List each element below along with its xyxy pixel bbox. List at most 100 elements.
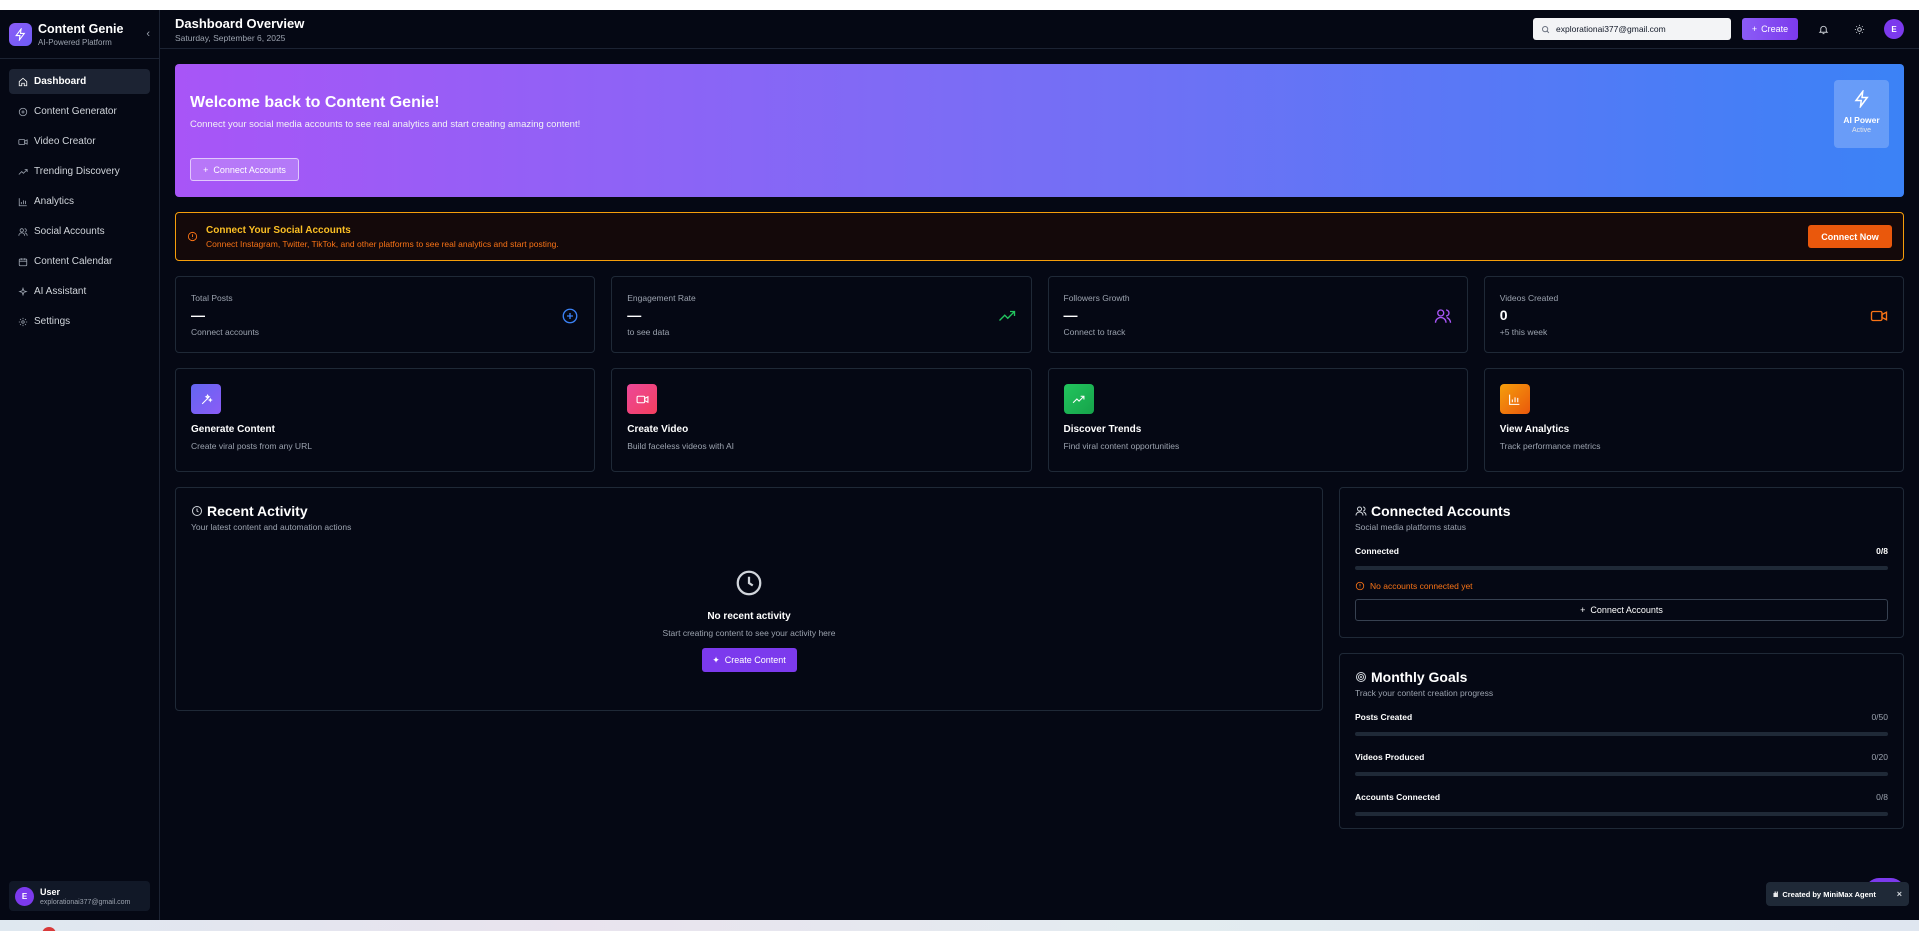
sidebar-item-settings[interactable]: Settings: [9, 309, 150, 334]
monthly-goals-panel: Monthly Goals Track your content creatio…: [1339, 653, 1904, 829]
connect-accounts-button[interactable]: + Connect Accounts: [190, 158, 299, 181]
monthly-goals-title-text: Monthly Goals: [1371, 669, 1468, 685]
sidebar-item-content-calendar[interactable]: Content Calendar: [9, 249, 150, 274]
plus-circle-icon: [18, 107, 28, 116]
close-icon[interactable]: ×: [1897, 889, 1902, 899]
target-icon: [1356, 672, 1366, 682]
quick-action-title: View Analytics: [1499, 424, 1570, 435]
goal-progress-bar: [1355, 772, 1888, 776]
alert-title: Connect Your Social Accounts: [206, 224, 351, 236]
create-button[interactable]: + Create: [1742, 18, 1798, 40]
quick-action-view-analytics[interactable]: View Analytics Track performance metrics: [1483, 368, 1904, 472]
wand-icon: [191, 384, 221, 414]
avatar[interactable]: E: [1884, 19, 1904, 39]
user-name: User: [40, 886, 61, 897]
sidebar-item-trending-discovery[interactable]: Trending Discovery: [9, 159, 150, 184]
ai-power-badge: AI Power Active: [1834, 80, 1889, 148]
sidebar-item-ai-assistant[interactable]: AI Assistant: [9, 279, 150, 304]
goal-label: Accounts Connected: [1355, 792, 1441, 802]
connected-accounts-panel: Connected Accounts Social media platform…: [1339, 487, 1904, 638]
search-icon: [1542, 25, 1550, 33]
wand-icon: ✦: [712, 654, 720, 665]
sidebar-item-analytics[interactable]: Analytics: [9, 189, 150, 214]
sidebar-item-label: AI Assistant: [34, 286, 87, 297]
sun-icon: [1854, 24, 1864, 34]
goal-progress-bar: [1355, 732, 1888, 736]
stat-note: Connect to track: [1063, 327, 1126, 337]
user-profile[interactable]: E User explorationai377@gmail.com: [9, 881, 150, 911]
bell-icon: [1818, 25, 1828, 34]
stat-value: —: [191, 307, 205, 323]
sidebar-item-content-generator[interactable]: Content Generator: [9, 99, 150, 124]
connect-accounts-alert: Connect Your Social Accounts Connect Ins…: [175, 212, 1904, 261]
sidebar-item-label: Video Creator: [34, 136, 96, 147]
goal-row-videos: Videos Produced 0/20: [1355, 752, 1888, 762]
users-icon: [1355, 506, 1367, 516]
sidebar-nav: Dashboard Content Generator Video Creato…: [0, 59, 159, 349]
top-bar: Dashboard Overview Saturday, September 6…: [160, 10, 1919, 49]
trending-icon: [998, 307, 1016, 325]
alert-circle-icon: [187, 231, 198, 242]
lightning-icon: [1854, 88, 1869, 110]
quick-action-subtitle: Create viral posts from any URL: [191, 441, 312, 451]
stat-value: —: [627, 307, 642, 323]
app-window: Content Genie AI-Powered Platform ‹ Dash…: [0, 10, 1919, 920]
sidebar-item-label: Settings: [34, 316, 71, 327]
search-input[interactable]: [1556, 24, 1716, 34]
clock-icon: [736, 570, 762, 596]
theme-toggle-button[interactable]: [1848, 18, 1870, 40]
goal-row-posts: Posts Created 0/50: [1355, 712, 1888, 722]
stat-note: +5 this week: [1499, 327, 1548, 337]
sidebar-item-video-creator[interactable]: Video Creator: [9, 129, 150, 154]
goal-value: 0/20: [1871, 752, 1888, 762]
sidebar: Content Genie AI-Powered Platform ‹ Dash…: [0, 10, 160, 920]
home-icon: [18, 77, 28, 86]
stat-card-followers-growth: Followers Growth — Connect to track: [1047, 276, 1468, 353]
sidebar-item-dashboard[interactable]: Dashboard: [9, 69, 150, 94]
empty-state: No recent activity Start creating conten…: [176, 568, 1322, 672]
connected-accounts-title-text: Connected Accounts: [1371, 503, 1511, 519]
lightning-icon: [9, 22, 32, 46]
goal-row-accounts: Accounts Connected 0/8: [1355, 792, 1888, 802]
empty-state-title: No recent activity: [707, 611, 791, 622]
stat-label: Followers Growth: [1063, 293, 1130, 303]
quick-action-create-video[interactable]: Create Video Build faceless videos with …: [611, 368, 1032, 472]
lower-section: Recent Activity Your latest content and …: [175, 487, 1904, 829]
no-accounts-warning-text: No accounts connected yet: [1370, 581, 1473, 591]
users-icon: [18, 227, 28, 236]
recent-activity-subtitle: Your latest content and automation actio…: [191, 522, 352, 532]
goal-value: 0/8: [1876, 792, 1888, 802]
trending-icon: [1063, 384, 1094, 414]
chevron-left-icon[interactable]: ‹: [146, 28, 150, 40]
recent-activity-panel: Recent Activity Your latest content and …: [175, 487, 1323, 711]
taskbar-strip: [0, 920, 1919, 931]
connect-accounts-label: Connect Accounts: [1590, 605, 1663, 615]
quick-action-subtitle: Find viral content opportunities: [1063, 441, 1180, 451]
alert-circle-icon: [1355, 581, 1365, 591]
bar-chart-icon: [1499, 384, 1530, 414]
sidebar-item-social-accounts[interactable]: Social Accounts: [9, 219, 150, 244]
page-title: Dashboard Overview: [175, 15, 305, 31]
welcome-title: Welcome back to Content Genie!: [190, 94, 440, 111]
notifications-button[interactable]: [1812, 18, 1834, 40]
quick-action-discover-trends[interactable]: Discover Trends Find viral content oppor…: [1047, 368, 1468, 472]
recent-activity-title-text: Recent Activity: [207, 503, 308, 519]
user-email: explorationai377@gmail.com: [40, 898, 131, 906]
stats-row: Total Posts — Connect accounts Engagemen…: [175, 276, 1904, 353]
stat-note: Connect accounts: [191, 327, 260, 337]
connect-accounts-button[interactable]: + Connect Accounts: [1355, 599, 1888, 621]
minimax-badge[interactable]: ılıl Created by MiniMax Agent ×: [1766, 882, 1909, 906]
connect-now-button[interactable]: Connect Now: [1808, 225, 1892, 248]
goal-progress-bar: [1355, 812, 1888, 816]
quick-action-subtitle: Track performance metrics: [1499, 441, 1601, 451]
right-column: Connected Accounts Social media platform…: [1339, 487, 1904, 829]
empty-state-subtitle: Start creating content to see your activ…: [662, 628, 836, 638]
ai-power-status: Active: [1851, 127, 1872, 134]
create-content-button[interactable]: ✦ Create Content: [701, 648, 797, 672]
connected-label: Connected: [1355, 546, 1399, 556]
bar-chart-icon: [18, 197, 27, 206]
quick-actions-row: Generate Content Create viral posts from…: [175, 368, 1904, 472]
welcome-subtitle: Connect your social media accounts to se…: [190, 119, 581, 130]
quick-action-generate-content[interactable]: Generate Content Create viral posts from…: [175, 368, 596, 472]
stat-label: Engagement Rate: [627, 293, 696, 303]
